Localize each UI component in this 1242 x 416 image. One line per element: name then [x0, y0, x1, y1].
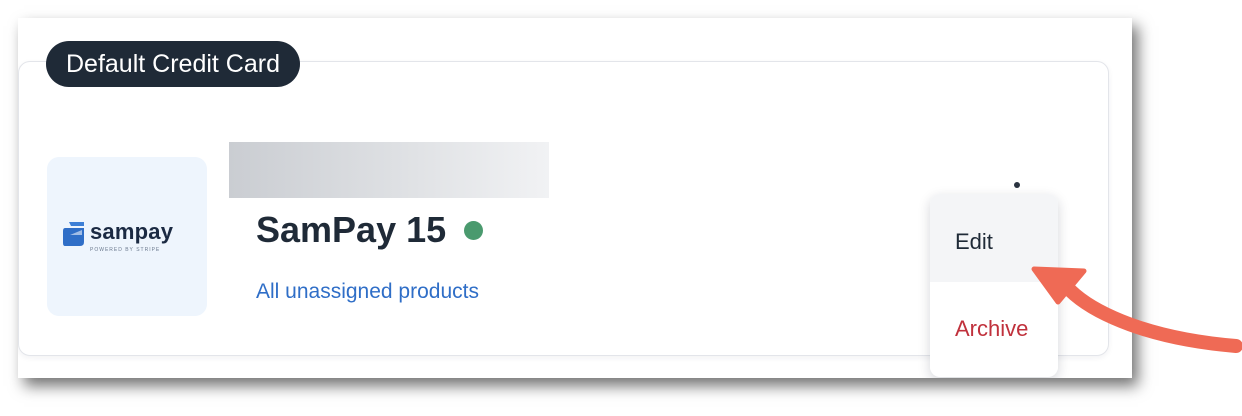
archive-menu-label: Archive: [955, 316, 1029, 341]
assigned-products-link[interactable]: All unassigned products: [256, 280, 479, 304]
screenshot-frame: sampay POWERED BY STRIPE SamPay 15 All u…: [18, 18, 1132, 378]
provider-logo-tile: sampay POWERED BY STRIPE: [47, 157, 207, 316]
redacted-region: [229, 142, 549, 198]
logo-wordmark: sampay: [90, 219, 174, 244]
edit-menu-item[interactable]: Edit: [930, 194, 1058, 282]
active-status-dot: [464, 220, 484, 240]
account-title-row: SamPay 15: [256, 207, 484, 253]
account-name: SamPay 15: [256, 209, 447, 250]
edit-menu-label: Edit: [955, 229, 993, 254]
actions-dropdown-menu: Edit Archive: [930, 194, 1058, 377]
logo-tagline: POWERED BY STRIPE: [90, 247, 161, 253]
archive-menu-item[interactable]: Archive: [930, 282, 1058, 370]
default-credit-card-badge: Default Credit Card: [46, 41, 300, 87]
sampay-logo-icon: [63, 222, 84, 246]
